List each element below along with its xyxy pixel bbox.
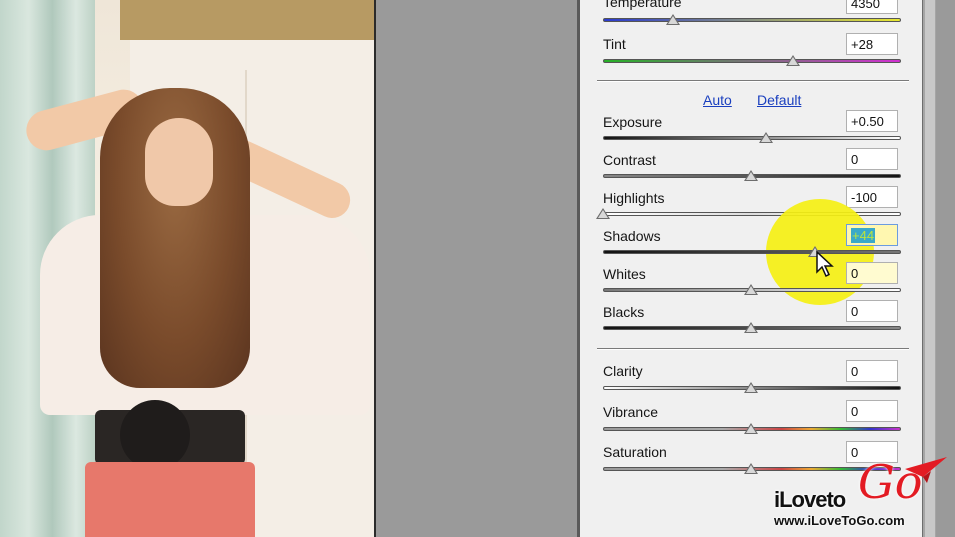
whites-slider-thumb[interactable]: [744, 284, 758, 295]
exposure-slider-thumb[interactable]: [759, 132, 773, 143]
whites-value-field[interactable]: 0: [846, 262, 898, 284]
watermark-url: www.iLoveToGo.com: [774, 513, 905, 528]
blacks-value-field[interactable]: 0: [846, 300, 898, 322]
auto-link[interactable]: Auto: [703, 92, 732, 108]
clarity-value-field[interactable]: 0: [846, 360, 898, 382]
shadows-label: Shadows: [603, 228, 661, 244]
contrast-label: Contrast: [603, 152, 656, 168]
exposure-slider[interactable]: [603, 136, 901, 140]
skirt: [85, 462, 255, 537]
watermark-brand: iLoveto: [774, 487, 846, 512]
mouse-pointer-icon: [816, 250, 834, 278]
paper-plane-icon: [905, 457, 947, 483]
preview-divider: [374, 0, 376, 537]
whites-label: Whites: [603, 266, 646, 282]
vibrance-value-field[interactable]: 0: [846, 400, 898, 422]
exposure-value-field[interactable]: +0.50: [846, 110, 898, 132]
tint-value-field[interactable]: +28: [846, 33, 898, 55]
temperature-value-field[interactable]: 4350: [846, 0, 898, 14]
tint-slider-thumb[interactable]: [786, 55, 800, 66]
shadows-slider[interactable]: [603, 250, 901, 254]
tint-label: Tint: [603, 36, 626, 52]
shadows-value-field[interactable]: +44: [846, 224, 898, 246]
clarity-label: Clarity: [603, 363, 643, 379]
temperature-slider[interactable]: [603, 18, 901, 22]
blacks-slider-thumb[interactable]: [744, 322, 758, 333]
tint-slider[interactable]: [603, 59, 901, 63]
default-link[interactable]: Default: [757, 92, 801, 108]
section-divider: [597, 80, 909, 82]
section-divider-presence: [597, 348, 909, 350]
exposure-label: Exposure: [603, 114, 663, 130]
clarity-slider-thumb[interactable]: [744, 382, 758, 393]
highlights-value-field[interactable]: -100: [846, 186, 898, 208]
temperature-slider-thumb[interactable]: [666, 14, 680, 25]
vibrance-slider-thumb[interactable]: [744, 423, 758, 434]
temperature-label: Temperature: [603, 0, 682, 10]
saturation-slider-thumb[interactable]: [744, 463, 758, 474]
blacks-label: Blacks: [603, 304, 645, 320]
wallpaper: [120, 0, 375, 40]
saturation-label: Saturation: [603, 444, 667, 460]
highlights-slider-thumb[interactable]: [596, 208, 610, 219]
vibrance-label: Vibrance: [603, 404, 659, 420]
highlights-label: Highlights: [603, 190, 665, 206]
contrast-slider-thumb[interactable]: [744, 170, 758, 181]
face: [145, 118, 213, 206]
contrast-value-field[interactable]: 0: [846, 148, 898, 170]
photo-preview: [0, 0, 375, 537]
bow: [120, 400, 190, 470]
